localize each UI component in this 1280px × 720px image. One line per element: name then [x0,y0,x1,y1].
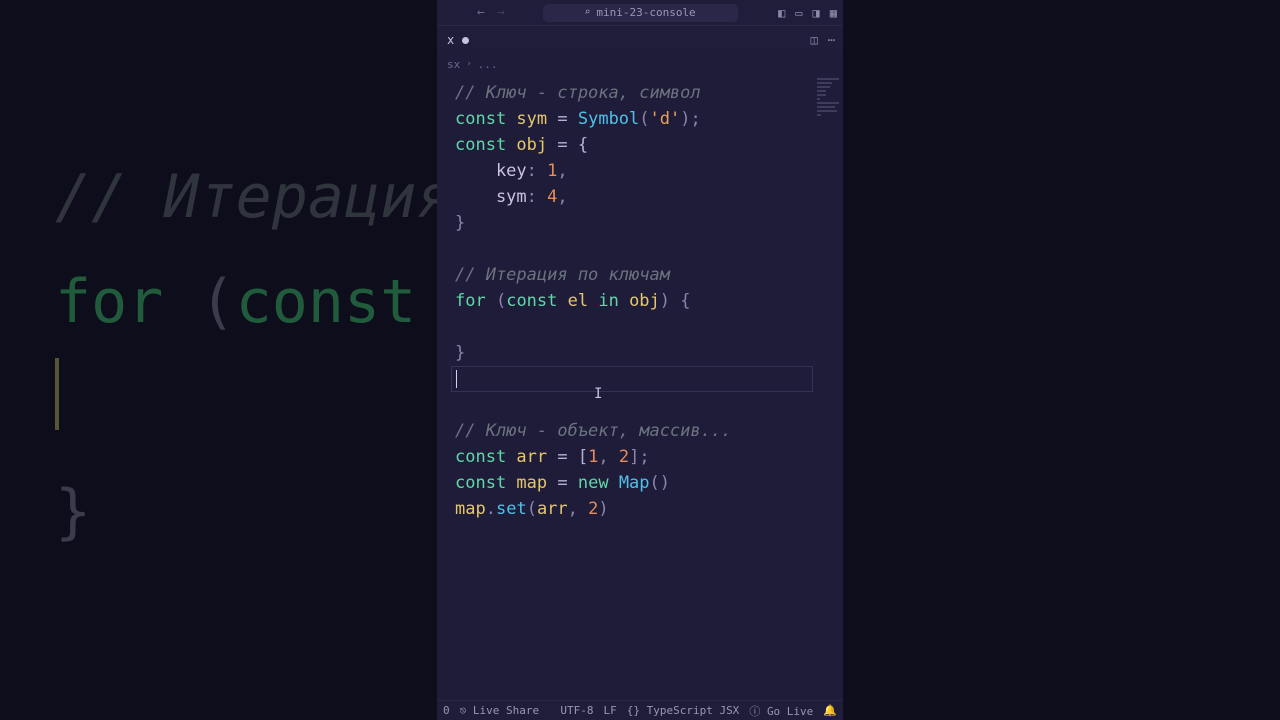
braces-icon: {} [627,704,647,717]
nav-forward-icon[interactable]: → [497,5,505,20]
live-share-icon: ⎋ [460,704,473,717]
background-zoom-right: бъект, массив... [843,0,1280,720]
mouse-ibeam-cursor: 𝙸 [594,386,602,402]
command-center[interactable]: ⌕ mini-23-console [543,4,738,22]
status-eol[interactable]: LF [603,704,616,717]
panel-bottom-icon[interactable]: ▭ [795,6,802,20]
nav-back-icon[interactable]: ← [477,5,485,20]
bg-line: // Итерация [55,162,437,232]
chevron-right-icon: › [466,59,471,69]
text-caret [456,370,457,388]
active-line-highlight [451,366,813,392]
vscode-window: ← → ⌕ mini-23-console ◧ ▭ ◨ ▦ x ◫ ⋯ [437,0,843,720]
layout-grid-icon[interactable]: ▦ [830,6,837,20]
editor-body[interactable]: // Ключ - строка, символ const sym = Sym… [437,74,843,700]
status-go-live[interactable]: ⓘ Go Live [749,703,813,719]
panel-right-icon[interactable]: ◨ [813,6,820,20]
background-zoom-left: // Итерация for (const e } // Ключ - об … [0,0,437,720]
unsaved-dot-icon [462,37,469,44]
code-comment: // Ключ - строка, символ [455,83,701,103]
project-name: mini-23-console [596,6,695,19]
minimap[interactable] [817,78,839,118]
status-problems-count[interactable]: 0 [443,704,450,717]
panel-left-icon[interactable]: ◧ [778,6,785,20]
more-actions-icon[interactable]: ⋯ [828,33,835,47]
tab-filename-tail: x [447,33,454,47]
breadcrumb-file-tail: sx [447,58,460,71]
status-bar: 0 ⎋ Live Share UTF-8 LF {} TypeScript JS… [437,700,843,720]
bell-icon[interactable]: 🔔 [823,704,837,717]
tab-bar: x ◫ ⋯ [437,26,843,54]
status-language[interactable]: {} TypeScript JSX [627,704,740,717]
broadcast-icon: ⓘ [749,705,767,718]
title-bar: ← → ⌕ mini-23-console ◧ ▭ ◨ ▦ [437,0,843,26]
breadcrumb-rest: ... [478,58,498,71]
breadcrumb[interactable]: sx › ... [437,54,843,74]
status-live-share[interactable]: ⎋ Live Share [460,704,539,717]
split-editor-icon[interactable]: ◫ [811,33,818,47]
search-icon: ⌕ [584,7,590,18]
editor-tab[interactable]: x [437,26,479,54]
code-comment: // Итерация по ключам [455,265,670,285]
code-comment: // Ключ - объект, массив... [455,421,731,441]
status-encoding[interactable]: UTF-8 [560,704,593,717]
